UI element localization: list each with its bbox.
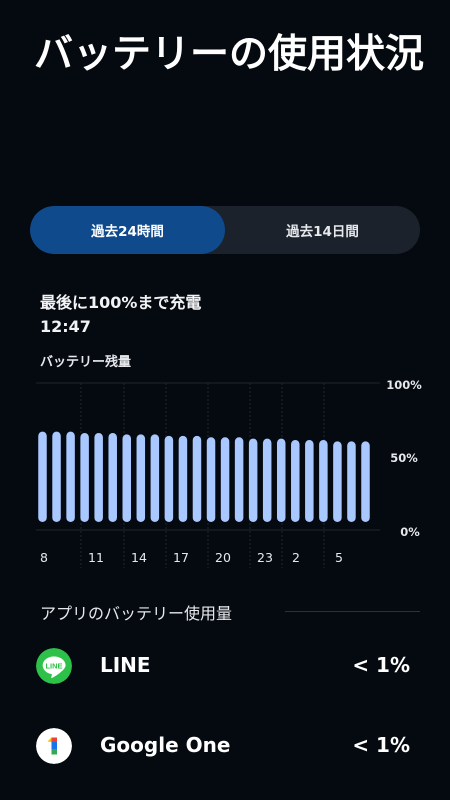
app-usage-value: < 1%: [352, 653, 410, 677]
battery-bar: [234, 437, 244, 522]
y-tick-label: 0%: [400, 525, 420, 539]
x-tick-label: 14: [131, 550, 147, 565]
battery-bar: [52, 431, 61, 522]
x-tick-label: 11: [88, 550, 104, 565]
battery-bar: [66, 431, 75, 522]
battery-bar: [347, 441, 356, 522]
x-tick-label: 20: [215, 550, 231, 565]
battery-bar: [305, 439, 314, 522]
app-usage-section-title: アプリのバッテリー使用量: [40, 604, 233, 623]
battery-bar: [122, 434, 132, 522]
x-tick-label: 17: [173, 550, 189, 565]
y-tick-label: 50%: [390, 451, 418, 465]
battery-bar: [220, 437, 230, 522]
battery-bar: [178, 435, 188, 522]
battery-bar: [291, 439, 300, 522]
time-range-selector: 過去24時間 過去14日間: [30, 206, 420, 254]
battery-bar: [150, 434, 160, 522]
x-tick-label: 2: [292, 550, 300, 565]
battery-bar: [206, 437, 216, 522]
battery-bar: [319, 439, 328, 522]
battery-bar: [333, 441, 342, 522]
battery-bar: [248, 438, 258, 522]
app-name: LINE: [100, 653, 151, 677]
app-name: Google One: [100, 733, 231, 757]
line-icon-text: LINE: [45, 662, 62, 671]
last-full-charge-time: 12:47: [40, 317, 91, 336]
app-usage-value: < 1%: [352, 733, 410, 757]
chart-y-ticks: 100% 50% 0%: [386, 378, 422, 539]
battery-bar: [262, 438, 272, 522]
app-row-google-one[interactable]: 1 Google One < 1%: [0, 716, 450, 776]
tab-past-24-hours[interactable]: 過去24時間: [30, 206, 225, 254]
page-title: バッテリーの使用状況: [34, 32, 425, 77]
battery-level-chart: 100% 50% 0% 8 11 14 17 20 23 2 5: [36, 378, 422, 568]
battery-bar: [192, 435, 202, 522]
tab-past-14-days[interactable]: 過去14日間: [225, 206, 420, 254]
y-tick-label: 100%: [386, 378, 422, 392]
chart-bars: [38, 431, 370, 522]
x-tick-label: 23: [257, 550, 273, 565]
battery-bar: [108, 433, 117, 522]
battery-bar: [38, 431, 47, 522]
chart-x-ticks: 8 11 14 17 20 23 2 5: [40, 550, 343, 565]
last-full-charge-label: 最後に100%まで充電: [40, 293, 202, 312]
battery-bar: [276, 438, 286, 522]
app-row-line[interactable]: LINE LINE < 1%: [0, 636, 450, 696]
battery-level-chart-title: バッテリー残量: [40, 355, 132, 370]
battery-bar: [361, 441, 370, 522]
battery-bar: [94, 433, 103, 522]
x-tick-label: 5: [335, 550, 343, 565]
battery-bar: [164, 435, 174, 522]
section-divider: [285, 611, 420, 612]
google-one-icon: 1: [36, 728, 72, 764]
line-app-icon: LINE: [36, 648, 72, 684]
x-tick-label: 8: [40, 550, 48, 565]
battery-bar: [80, 433, 89, 522]
battery-bar: [136, 434, 146, 522]
